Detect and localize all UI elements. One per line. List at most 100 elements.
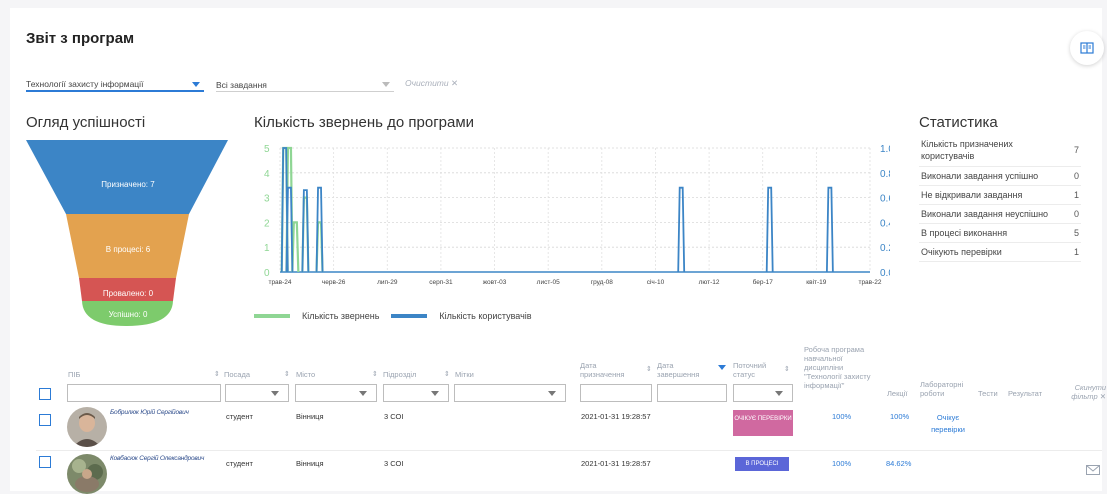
users-spike [677, 186, 686, 273]
th-tests[interactable]: Тести [978, 389, 998, 398]
stat-row: Виконали завдання неуспішно 0 [919, 205, 1081, 224]
sort-icon[interactable]: ⇕ [284, 370, 290, 378]
stat-value: 1 [1073, 247, 1079, 257]
stat-value: 7 [1073, 145, 1079, 155]
chevron-down-icon [359, 391, 367, 396]
filter-date-completed-input[interactable] [657, 384, 727, 402]
y-left-tick-label: 4 [264, 169, 270, 180]
filter-pib-input[interactable] [67, 384, 221, 402]
chevron-down-icon [548, 391, 556, 396]
chevron-down-icon [382, 82, 390, 87]
y-right-tick-label: 0.6 [880, 194, 890, 205]
stat-label: В процесі виконання [921, 228, 1008, 238]
row-city: Вінниця [296, 459, 324, 468]
row-position: студент [226, 459, 253, 468]
sort-icon[interactable]: ⇕ [646, 365, 652, 373]
status-badge[interactable]: В ПРОЦЕСІ [735, 457, 789, 471]
th-current-status[interactable]: Поточний статус [733, 361, 773, 379]
row-checkbox[interactable] [39, 414, 51, 426]
status-badge[interactable]: ОЧІКУЄ ПЕРЕВІРКИ [733, 410, 793, 436]
funnel-label-failed: Провалено: 0 [102, 289, 154, 298]
row-checkbox[interactable] [39, 456, 51, 468]
y-right-tick-label: 0.2 [880, 243, 890, 254]
avatar-photo [67, 407, 107, 447]
th-pib[interactable]: ПІБ [68, 370, 80, 379]
th-date-assigned[interactable]: Дата призначення [580, 361, 635, 379]
export-button[interactable] [1070, 31, 1104, 65]
row-name[interactable]: Ковбасюк Сергій Олександрович [110, 455, 220, 463]
export-icon [1080, 42, 1094, 54]
row-date-assigned: 2021-01-31 19:28:57 [581, 459, 651, 468]
th-result[interactable]: Результат [1008, 389, 1042, 398]
chevron-down-icon [271, 391, 279, 396]
stats-table: Кількість призначених користувачів 7 Вик… [919, 136, 1081, 262]
stat-value: 0 [1073, 209, 1079, 219]
sort-icon[interactable]: ⇕ [444, 370, 450, 378]
program-select[interactable]: Технології захисту інформації [26, 78, 204, 92]
filter-tags-select[interactable] [454, 384, 566, 402]
sort-icon[interactable]: ⇕ [784, 365, 790, 373]
message-icon[interactable] [1086, 465, 1100, 475]
chevron-down-icon [431, 391, 439, 396]
row-date-assigned: 2021-01-31 19:28:57 [581, 412, 651, 421]
chart-title: Кількість звернень до програми [254, 114, 475, 131]
funnel-title: Огляд успішності [26, 114, 146, 131]
row-program-progress: 100% [832, 412, 852, 421]
page-title: Звіт з програм [26, 30, 135, 47]
row-department: 3 СОІ [384, 412, 404, 421]
legend-swatch-requests [254, 314, 290, 318]
th-department[interactable]: Підрозділ [383, 370, 416, 379]
filter-department-select[interactable] [383, 384, 449, 402]
row-divider [36, 450, 1102, 451]
th-work-program[interactable]: Робоча програма навчальної дисципліни "Т… [804, 345, 880, 390]
funnel-chart [26, 140, 228, 326]
th-labs[interactable]: Лабораторні роботи [920, 380, 970, 398]
requests-spike [291, 221, 300, 273]
row-name[interactable]: Бобрилюк Юрій Сергійович [110, 409, 220, 417]
tasks-select[interactable]: Всі завдання [216, 78, 394, 92]
y-left-tick-label: 3 [264, 194, 270, 205]
reset-filter-link[interactable]: Скинути фільтр ✕ [1058, 383, 1106, 401]
x-tick-label: бер-17 [753, 278, 774, 286]
th-lectures[interactable]: Лекції [887, 389, 907, 398]
stat-row: Кількість призначених користувачів 7 [919, 136, 1081, 167]
x-tick-label: серп-31 [429, 279, 453, 286]
sort-icon[interactable]: ⇕ [372, 370, 378, 378]
filter-date-assigned-input[interactable] [580, 384, 652, 402]
stat-value: 0 [1073, 171, 1079, 181]
x-tick-label: лист-05 [537, 279, 560, 286]
x-tick-label: груд-08 [591, 279, 614, 286]
sort-icon[interactable]: ⇕ [214, 370, 220, 378]
clear-filters-link[interactable]: Очистити ✕ [405, 78, 458, 89]
th-city[interactable]: Місто [296, 370, 315, 379]
x-tick-label: лип-29 [377, 279, 398, 286]
th-tags[interactable]: Мітки [455, 370, 474, 379]
stat-label: Не відкривали завдання [921, 190, 1023, 200]
select-all-checkbox[interactable] [39, 388, 51, 400]
row-labs-status[interactable]: Очікує перевірки [926, 412, 970, 436]
x-tick-label: трав-24 [268, 279, 291, 286]
y-left-tick-label: 2 [264, 218, 270, 229]
chevron-down-icon [775, 391, 783, 396]
th-position[interactable]: Посада [224, 370, 250, 379]
row-lectures-progress: 84.62% [886, 459, 912, 468]
y-left-tick-label: 0 [264, 268, 270, 279]
filter-status-select[interactable] [733, 384, 793, 402]
stat-row: Очікують перевірки 1 [919, 243, 1081, 262]
sort-desc-icon[interactable] [718, 365, 726, 370]
filter-city-select[interactable] [295, 384, 377, 402]
avatar [67, 407, 107, 447]
stat-value: 1 [1073, 190, 1079, 200]
row-lectures-progress: 100% [890, 412, 910, 421]
filter-position-select[interactable] [225, 384, 289, 402]
legend-label-requests: Кількість звернень [302, 311, 380, 321]
chevron-down-icon [192, 81, 200, 87]
tasks-select-value: Всі завдання [216, 79, 267, 90]
requests-chart: 0 1 2 3 4 5 0.0 0.2 0.4 0.6 0.8 1.0 трав-24 черв-26 ли… [264, 144, 890, 286]
y-right-tick-label: 1.0 [880, 144, 890, 155]
x-tick-label: черв-26 [322, 279, 346, 286]
chart-legend: Кількість звернень Кількість користувачі… [254, 311, 532, 321]
th-date-completed[interactable]: Дата завершення [657, 361, 709, 379]
users-spike [765, 186, 774, 273]
stat-label: Виконали завдання успішно [921, 171, 1039, 181]
